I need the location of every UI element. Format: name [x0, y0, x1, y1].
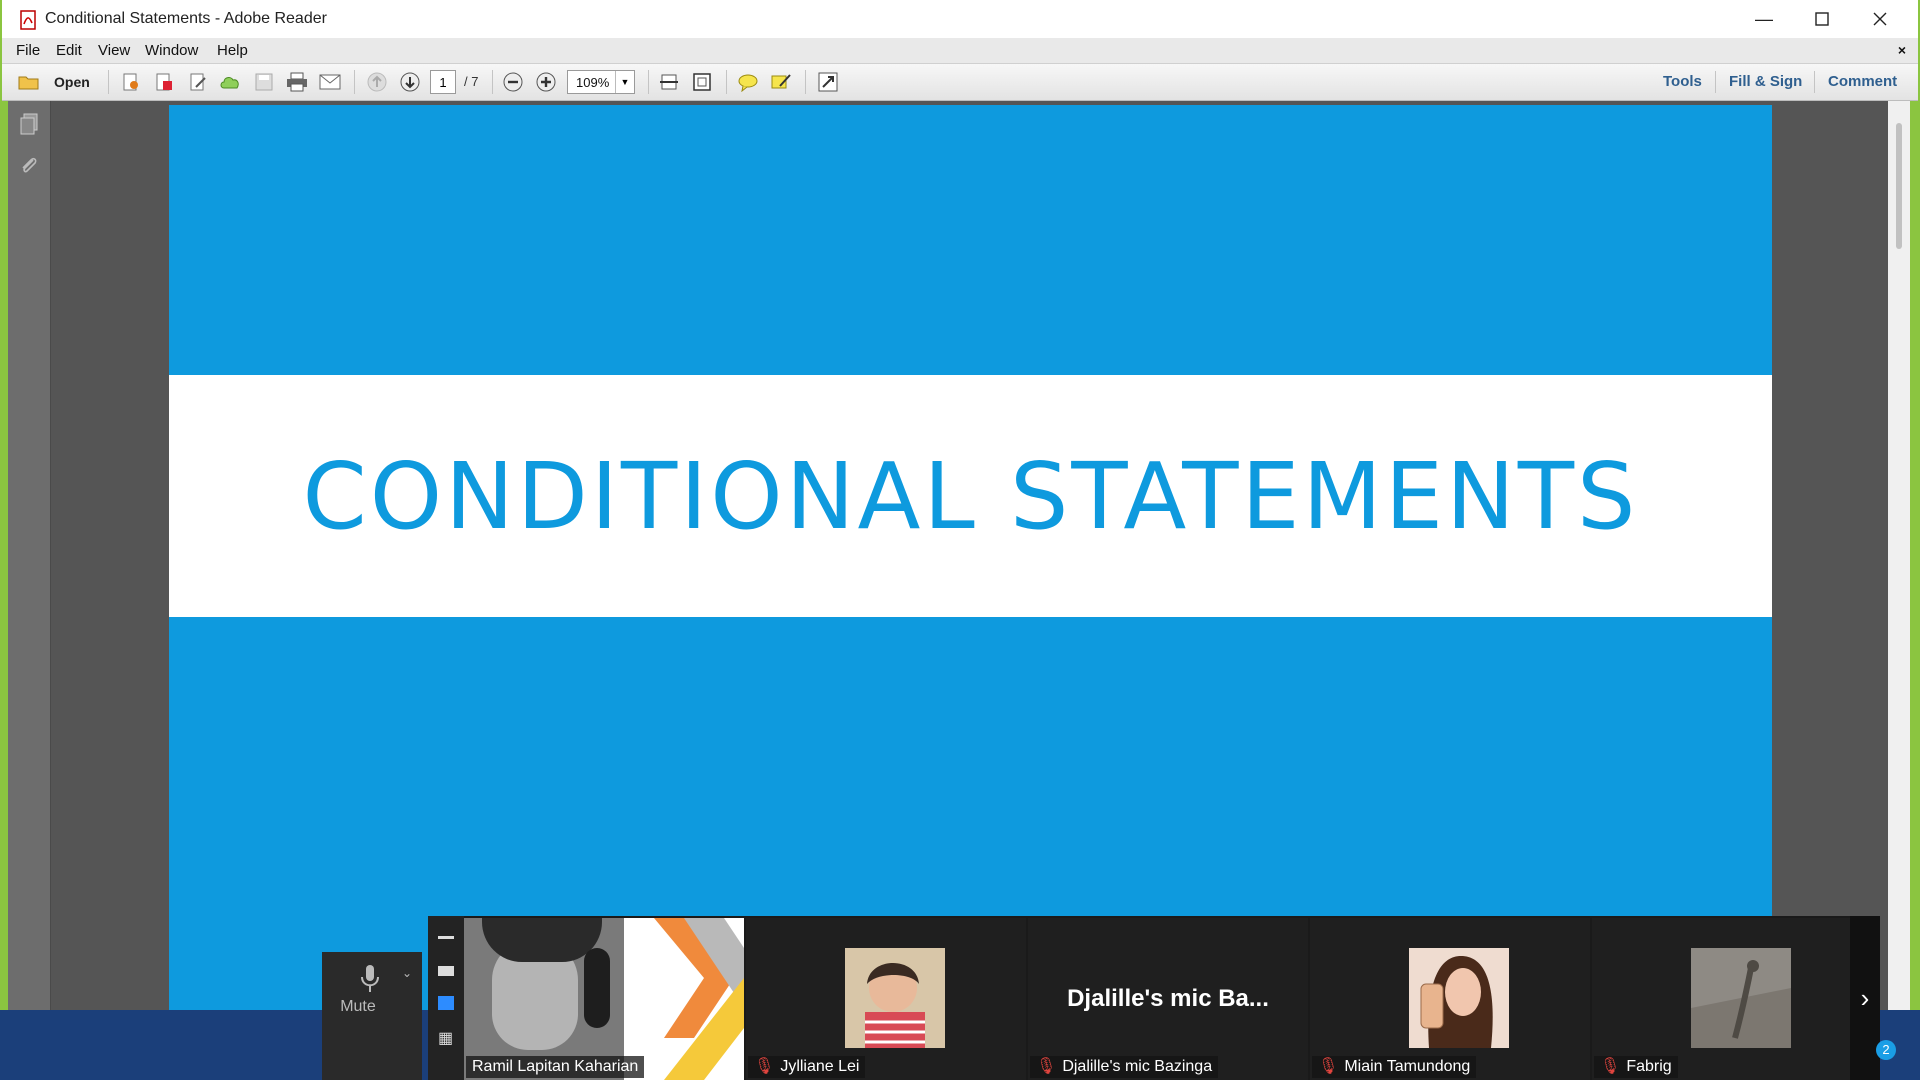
title-band: CONDITIONAL STATEMENTS	[169, 375, 1772, 617]
toolbar-divider	[648, 70, 649, 94]
maximize-icon[interactable]	[1793, 0, 1851, 38]
previous-page-icon[interactable]	[366, 71, 388, 93]
participant-strip: ▦ Ramil Lapitan Kaharian 🎙 Jylliane Lei D…	[428, 916, 1880, 1080]
create-pdf-icon[interactable]	[120, 71, 142, 93]
close-icon[interactable]	[1851, 0, 1909, 38]
microphone-icon[interactable]	[360, 964, 380, 999]
comment-bubble-icon[interactable]	[737, 71, 759, 93]
slide-title: CONDITIONAL STATEMENTS	[302, 442, 1639, 550]
toolbar-divider	[492, 70, 493, 94]
fit-width-icon[interactable]	[658, 71, 680, 93]
vertical-scrollbar[interactable]	[1888, 101, 1910, 1010]
menu-help[interactable]: Help	[217, 42, 248, 59]
participant-name-label: 🎙 Jylliane Lei	[748, 1056, 866, 1078]
fit-page-icon[interactable]	[691, 71, 713, 93]
adobe-reader-window: Conditional Statements - Adobe Reader — …	[0, 0, 1920, 1010]
menu-view[interactable]: View	[98, 42, 130, 59]
menu-window[interactable]: Window	[145, 42, 198, 59]
toolbar-divider	[1814, 71, 1815, 93]
zoom-in-icon[interactable]	[535, 71, 557, 93]
mic-muted-icon: 🎙	[1036, 1058, 1057, 1075]
document-viewer[interactable]: CONDITIONAL STATEMENTS	[51, 101, 1888, 1010]
avatar	[845, 948, 945, 1048]
expand-icon[interactable]	[817, 71, 839, 93]
menu-file[interactable]: File	[16, 42, 40, 59]
mic-muted-icon: 🎙	[1600, 1058, 1621, 1075]
pages-icon[interactable]	[19, 113, 39, 140]
participant-name-label: 🎙 Fabrig	[1594, 1056, 1678, 1078]
strip-view-icon[interactable]	[438, 996, 454, 1010]
zoom-value: 109%	[576, 75, 610, 90]
email-icon[interactable]	[319, 71, 341, 93]
single-view-icon[interactable]	[438, 966, 454, 976]
avatar	[1691, 948, 1791, 1048]
chevron-up-icon[interactable]: ⌄	[402, 966, 412, 980]
participant-tile[interactable]: 🎙 Jylliane Lei	[746, 918, 1026, 1080]
open-button[interactable]: Open	[54, 74, 90, 90]
participant-tile[interactable]: Ramil Lapitan Kaharian	[464, 918, 744, 1080]
toolbar-divider	[726, 70, 727, 94]
zoom-out-icon[interactable]	[502, 71, 524, 93]
menu-bar: File Edit View Window Help ×	[2, 38, 1918, 64]
chevron-right-icon[interactable]: ›	[1850, 916, 1880, 1080]
menu-edit[interactable]: Edit	[56, 42, 82, 59]
mute-button[interactable]: Mute	[322, 998, 394, 1016]
pdf-icon	[20, 10, 36, 30]
next-page-icon[interactable]	[399, 71, 421, 93]
participant-tile[interactable]: Djalille's mic Ba... 🎙 Djalille's mic Baz…	[1028, 918, 1308, 1080]
export-pdf-icon[interactable]	[153, 71, 175, 93]
minimize-strip-icon[interactable]	[438, 936, 454, 939]
zoom-select[interactable]: 109% ▼	[567, 70, 635, 94]
fill-sign-button[interactable]: Fill & Sign	[1729, 73, 1802, 90]
participant-name: Fabrig	[1626, 1058, 1672, 1075]
page-total: / 7	[464, 74, 479, 89]
participant-name: Jylliane Lei	[780, 1058, 860, 1075]
minimize-icon[interactable]: —	[1735, 0, 1793, 38]
mute-control: ⌄ Mute	[322, 952, 422, 1080]
toolbar-divider	[354, 70, 355, 94]
mic-muted-icon: 🎙	[1318, 1058, 1339, 1075]
mic-muted-icon: 🎙	[754, 1058, 775, 1075]
pdf-page: CONDITIONAL STATEMENTS	[169, 105, 1772, 1010]
participant-tile[interactable]: 🎙 Fabrig	[1592, 918, 1872, 1080]
participant-tile[interactable]: 🎙 Miain Tamundong	[1310, 918, 1590, 1080]
cloud-upload-icon[interactable]	[219, 71, 241, 93]
highlight-icon[interactable]	[770, 71, 792, 93]
toolbar-divider	[805, 70, 806, 94]
edit-pdf-icon[interactable]	[187, 71, 209, 93]
title-bar: Conditional Statements - Adobe Reader —	[2, 0, 1918, 38]
avatar	[1409, 948, 1509, 1048]
participant-name: Miain Tamundong	[1344, 1058, 1471, 1075]
notification-badge: 2	[1876, 1040, 1896, 1060]
navigation-pane	[8, 101, 51, 1010]
grid-view-icon[interactable]: ▦	[438, 1030, 456, 1048]
attachment-icon[interactable]	[19, 155, 39, 182]
chevron-down-icon[interactable]: ▼	[615, 71, 634, 93]
tools-button[interactable]: Tools	[1663, 73, 1702, 90]
participant-name: Ramil Lapitan Kaharian	[466, 1056, 645, 1078]
print-icon[interactable]	[286, 71, 308, 93]
toolbar: Open 1 / 7 109% ▼ Tools Fill & Sign Comm…	[2, 64, 1918, 101]
page-number-input[interactable]: 1	[430, 70, 456, 94]
save-icon[interactable]	[253, 71, 275, 93]
participant-name-label: 🎙 Djalille's mic Bazinga	[1030, 1056, 1219, 1078]
participant-name-label: 🎙 Miain Tamundong	[1312, 1056, 1477, 1078]
close-document-icon[interactable]: ×	[1898, 42, 1906, 58]
comment-button[interactable]: Comment	[1828, 73, 1897, 90]
scrollbar-thumb[interactable]	[1896, 123, 1902, 249]
window-title: Conditional Statements - Adobe Reader	[45, 10, 327, 27]
view-controls: ▦	[428, 916, 464, 1080]
toolbar-divider	[1715, 71, 1716, 93]
participant-name: Djalille's mic Bazinga	[1062, 1058, 1213, 1075]
folder-open-icon[interactable]	[18, 71, 40, 93]
toolbar-divider	[108, 70, 109, 94]
